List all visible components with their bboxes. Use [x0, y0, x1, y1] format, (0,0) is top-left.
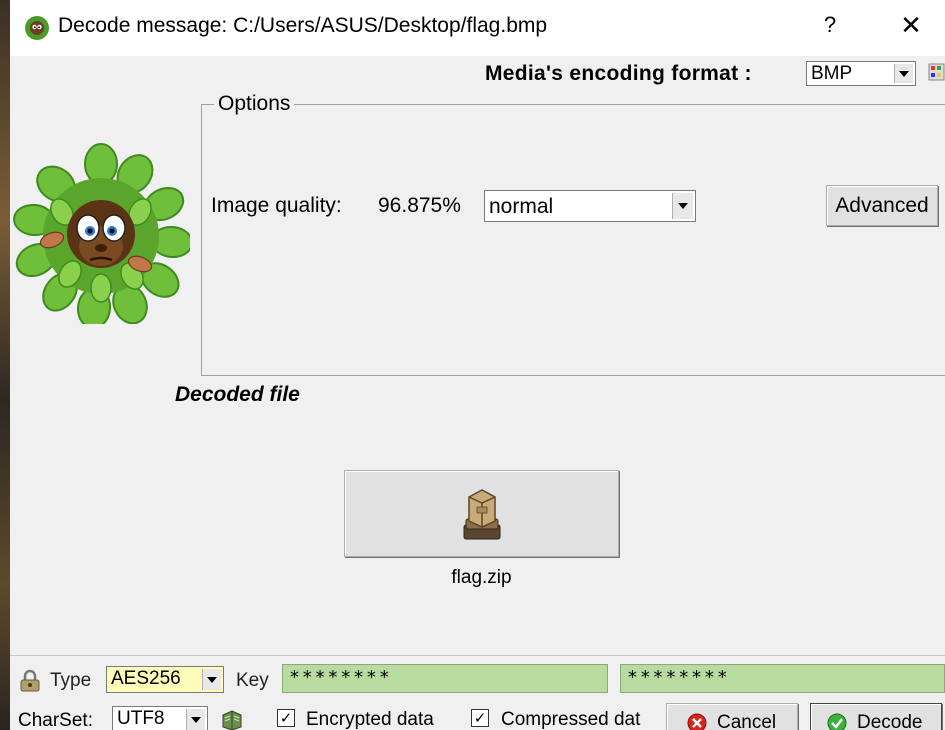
chevron-down-icon[interactable] — [186, 709, 205, 730]
options-group — [201, 104, 945, 376]
image-quality-select[interactable]: normal — [484, 190, 696, 222]
lock-icon — [20, 669, 40, 692]
key-label: Key — [236, 670, 269, 691]
compressed-data-label: Compressed dat — [501, 709, 641, 730]
palette-icon[interactable] — [928, 63, 945, 81]
options-legend: Options — [214, 92, 295, 116]
title-bar[interactable]: Decode message: C:/Users/ASUS/Desktop/fl… — [10, 0, 945, 56]
encoding-format-select[interactable]: BMP — [806, 61, 916, 86]
image-quality-value: 96.875% — [378, 194, 461, 217]
image-quality-label: Image quality: — [211, 194, 342, 217]
key-password-field[interactable]: ******** — [282, 664, 608, 693]
decoded-file-button[interactable] — [344, 470, 619, 557]
charset-value: UTF8 — [117, 708, 165, 729]
decoded-file-name: flag.zip — [451, 567, 512, 588]
desktop-background-edge — [0, 0, 10, 730]
mascot-bush-icon — [25, 16, 49, 40]
encrypted-data-label: Encrypted data — [306, 709, 434, 730]
compressed-data-checkbox[interactable]: ✓ — [471, 709, 489, 727]
mascot-bush-icon — [13, 143, 190, 324]
encoding-format-value: BMP — [811, 63, 853, 84]
decoded-file-heading: Decoded file — [175, 383, 300, 406]
encryption-type-value: AES256 — [111, 668, 181, 689]
chevron-down-icon[interactable] — [672, 193, 693, 219]
cancel-button[interactable]: Cancel — [666, 703, 798, 730]
red-x-icon — [687, 713, 707, 730]
image-quality-level: normal — [489, 195, 554, 218]
charset-select[interactable]: UTF8 — [112, 706, 208, 730]
book-icon[interactable] — [220, 709, 244, 730]
decode-dialog: Decode message: C:/Users/ASUS/Desktop/fl… — [10, 0, 945, 730]
decode-button[interactable]: Decode — [810, 703, 942, 730]
window-title: Decode message: C:/Users/ASUS/Desktop/fl… — [58, 14, 548, 37]
key-confirm-password-field[interactable]: ******** — [620, 664, 945, 693]
encoding-format-label: Media's encoding format : — [485, 62, 752, 85]
help-button[interactable]: ? — [818, 12, 842, 38]
encrypted-data-checkbox[interactable]: ✓ — [277, 709, 295, 727]
decode-button-label: Decode — [857, 712, 923, 730]
close-button[interactable]: ✕ — [898, 10, 924, 41]
type-label: Type — [50, 670, 92, 691]
green-check-icon — [827, 713, 847, 730]
cancel-button-label: Cancel — [717, 712, 777, 730]
encryption-type-select[interactable]: AES256 — [106, 666, 224, 693]
divider — [10, 655, 945, 656]
charset-label: CharSet: — [18, 710, 93, 730]
box-archive-icon — [463, 488, 500, 539]
advanced-button[interactable]: Advanced — [826, 185, 938, 226]
chevron-down-icon[interactable] — [202, 669, 221, 690]
chevron-down-icon[interactable] — [894, 64, 913, 83]
